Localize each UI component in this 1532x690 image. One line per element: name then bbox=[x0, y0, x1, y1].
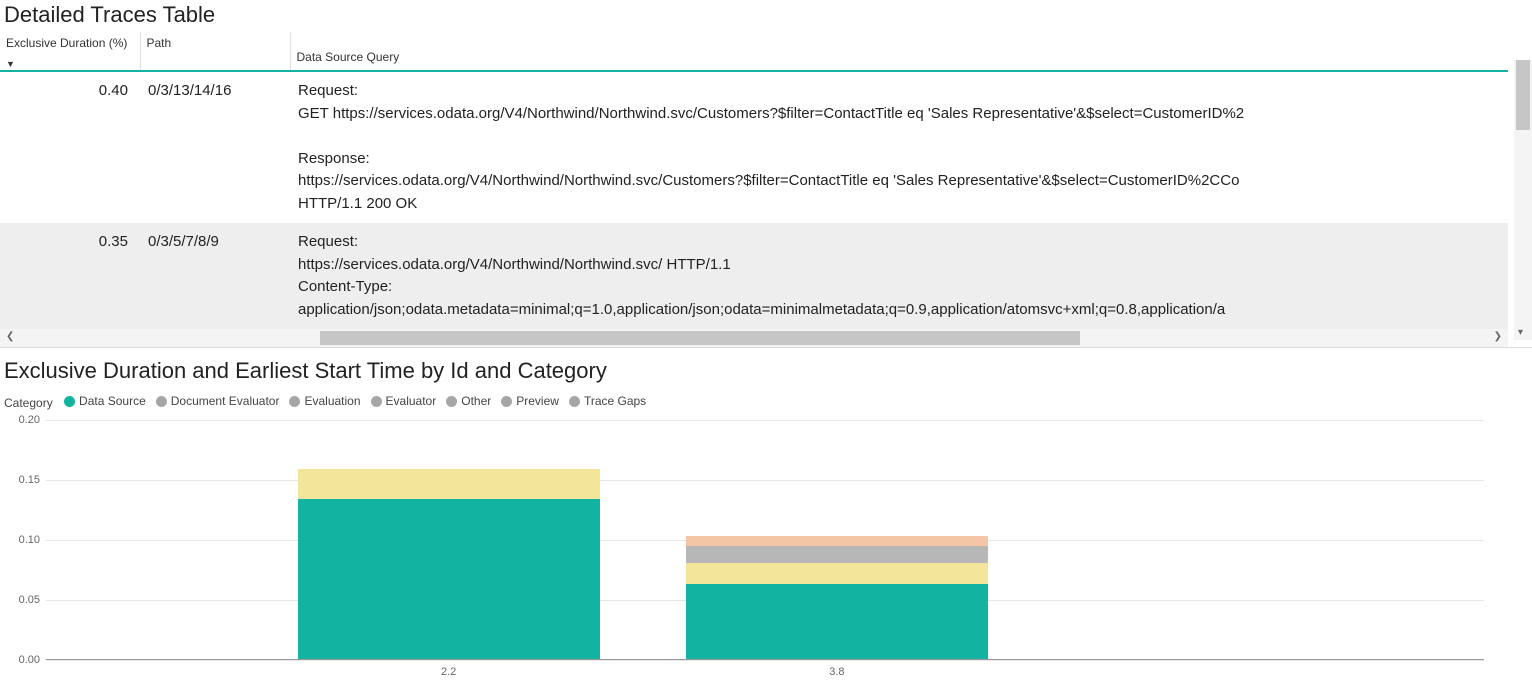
legend-item[interactable]: Preview bbox=[501, 394, 559, 408]
traces-table-container: Exclusive Duration (%) ▼ Path Data Sourc… bbox=[0, 32, 1532, 348]
chart-ytick: 0.10 bbox=[4, 534, 40, 546]
table-header-row: Exclusive Duration (%) ▼ Path Data Sourc… bbox=[0, 32, 1508, 71]
legend-label: Document Evaluator bbox=[171, 394, 280, 408]
legend-swatch-icon bbox=[501, 396, 512, 407]
legend-item[interactable]: Evaluator bbox=[371, 394, 437, 408]
chart-title: Exclusive Duration and Earliest Start Ti… bbox=[0, 356, 1532, 388]
horizontal-scrollbar-thumb[interactable] bbox=[320, 331, 1080, 345]
chart-ytick: 0.00 bbox=[4, 654, 40, 666]
vertical-scrollbar[interactable]: ▾ bbox=[1514, 60, 1532, 340]
chart-bar-segment[interactable] bbox=[686, 546, 988, 563]
cell-exclusive-duration: 0.35 bbox=[0, 223, 140, 329]
traces-table: Exclusive Duration (%) ▼ Path Data Sourc… bbox=[0, 32, 1508, 329]
legend-swatch-icon bbox=[371, 396, 382, 407]
legend-item[interactable]: Trace Gaps bbox=[569, 394, 646, 408]
legend-item[interactable]: Document Evaluator bbox=[156, 394, 280, 408]
chart-bar-segment[interactable] bbox=[686, 563, 988, 585]
legend-label: Other bbox=[461, 394, 491, 408]
horizontal-scrollbar[interactable]: ❮ ❯ bbox=[0, 329, 1508, 347]
cell-path: 0/3/13/14/16 bbox=[140, 71, 290, 223]
chart-gridline bbox=[46, 660, 1484, 661]
legend-swatch-icon bbox=[64, 396, 75, 407]
chart-ytick: 0.15 bbox=[4, 474, 40, 486]
chart-bar-segment[interactable] bbox=[298, 499, 600, 659]
table-row[interactable]: 0.350/3/5/7/8/9Request: https://services… bbox=[0, 223, 1508, 329]
table-title: Detailed Traces Table bbox=[0, 0, 1532, 32]
chart-bar-segment[interactable] bbox=[298, 469, 600, 499]
chart-bar-segment[interactable] bbox=[686, 536, 988, 546]
cell-path: 0/3/5/7/8/9 bbox=[140, 223, 290, 329]
chart-area: 0.000.050.100.150.20 2.23.8 bbox=[4, 420, 1504, 690]
chart-plot[interactable] bbox=[46, 420, 1484, 660]
legend-label: Evaluator bbox=[386, 394, 437, 408]
legend-swatch-icon bbox=[446, 396, 457, 407]
chart-gridline bbox=[46, 480, 1484, 481]
table-row[interactable]: 0.400/3/13/14/16Request: GET https://ser… bbox=[0, 71, 1508, 223]
scroll-left-icon[interactable]: ❮ bbox=[6, 331, 14, 342]
column-header-label: Path bbox=[147, 36, 172, 50]
legend-label: Evaluation bbox=[304, 394, 360, 408]
legend-swatch-icon bbox=[156, 396, 167, 407]
chart-legend: Category Data Source Document Evaluator Ev… bbox=[0, 388, 1532, 420]
chart-bar-segment[interactable] bbox=[686, 584, 988, 658]
cell-query: Request: GET https://services.odata.org/… bbox=[290, 71, 1508, 223]
column-header-query[interactable]: Data Source Query bbox=[290, 32, 1508, 71]
sort-descending-icon[interactable]: ▼ bbox=[6, 59, 15, 69]
legend-swatch-icon bbox=[289, 396, 300, 407]
legend-item[interactable]: Data Source bbox=[64, 394, 146, 408]
vertical-scrollbar-thumb[interactable] bbox=[1516, 60, 1530, 130]
column-header-exclusive-duration[interactable]: Exclusive Duration (%) ▼ bbox=[0, 32, 140, 71]
legend-item[interactable]: Evaluation bbox=[289, 394, 360, 408]
scroll-down-icon[interactable]: ▾ bbox=[1518, 327, 1523, 338]
column-header-label: Data Source Query bbox=[297, 50, 400, 64]
column-header-label: Exclusive Duration (%) bbox=[6, 36, 127, 50]
chart-ytick: 0.20 bbox=[4, 414, 40, 426]
cell-exclusive-duration: 0.40 bbox=[0, 71, 140, 223]
chart-xtick: 2.2 bbox=[441, 666, 456, 678]
legend-item[interactable]: Other bbox=[446, 394, 491, 408]
legend-label: Trace Gaps bbox=[584, 394, 646, 408]
chart-xtick: 3.8 bbox=[829, 666, 844, 678]
scroll-right-icon[interactable]: ❯ bbox=[1494, 331, 1502, 342]
chart-ytick: 0.05 bbox=[4, 594, 40, 606]
legend-title: Category bbox=[4, 396, 53, 410]
legend-label: Preview bbox=[516, 394, 559, 408]
chart-gridline bbox=[46, 420, 1484, 421]
legend-swatch-icon bbox=[569, 396, 580, 407]
column-header-path[interactable]: Path bbox=[140, 32, 290, 71]
cell-query: Request: https://services.odata.org/V4/N… bbox=[290, 223, 1508, 329]
legend-label: Data Source bbox=[79, 394, 146, 408]
